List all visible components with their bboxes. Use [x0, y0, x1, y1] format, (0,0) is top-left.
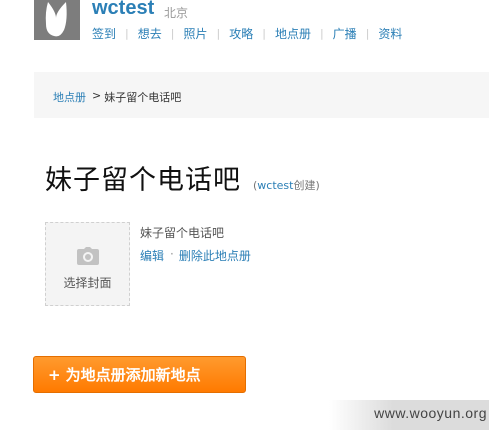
nav-divider: | — [365, 27, 370, 40]
nav-item-guides[interactable]: 攻略 — [229, 25, 253, 42]
nav-item-profile[interactable]: 资料 — [378, 25, 402, 42]
nav-divider: | — [216, 27, 221, 40]
select-cover-button[interactable]: 选择封面 — [45, 222, 130, 306]
nav-divider: | — [170, 27, 175, 40]
breadcrumb-parent-link[interactable]: 地点册 — [53, 89, 86, 105]
creator-user-link[interactable]: wctest — [257, 179, 293, 192]
nav-item-checkin[interactable]: 签到 — [92, 25, 116, 42]
breadcrumb-current: 妹子留个电话吧 — [104, 91, 182, 104]
watermark-text: www.wooyun.org — [374, 405, 487, 421]
select-cover-label: 选择封面 — [63, 276, 112, 290]
breadcrumb-bar: 地点册 > 妹子留个电话吧 — [34, 72, 489, 118]
delete-album-link[interactable]: 删除此地点册 — [179, 247, 251, 264]
edit-link[interactable]: 编辑 — [140, 247, 164, 264]
avatar[interactable] — [34, 0, 80, 40]
breadcrumb: 地点册 > 妹子留个电话吧 — [53, 89, 181, 105]
nav-item-photos[interactable]: 照片 — [183, 25, 207, 42]
add-place-label: 为地点册添加新地点 — [65, 366, 201, 384]
username-link[interactable]: wctest — [92, 0, 154, 20]
nav-divider: | — [319, 27, 324, 40]
nav-item-broadcast[interactable]: 广播 — [333, 25, 357, 42]
breadcrumb-separator: > — [92, 89, 102, 102]
watermark: www.wooyun.org — [329, 400, 489, 430]
camera-icon — [77, 247, 99, 265]
page-title: 妹子留个电话吧 — [45, 165, 241, 196]
nav-item-place-albums[interactable]: 地点册 — [275, 25, 311, 42]
album-actions: 编辑 · 删除此地点册 — [140, 247, 251, 264]
album-info-title: 妹子留个电话吧 — [140, 226, 225, 240]
nav-divider: | — [262, 27, 266, 40]
nav-item-wishlist[interactable]: 想去 — [138, 25, 162, 42]
action-separator: · — [170, 247, 174, 261]
plus-icon: + — [48, 365, 61, 384]
album-creator: (wctest创建) — [253, 177, 320, 193]
add-place-button[interactable]: + 为地点册添加新地点 — [33, 356, 246, 393]
creator-suffix: 创建) — [293, 179, 320, 192]
user-city: 北京 — [164, 6, 189, 20]
avatar-image — [34, 0, 80, 40]
profile-nav: 签到 | 想去 | 照片 | 攻略 | 地点册 | 广播 | 资料 — [92, 25, 402, 42]
album-header: 妹子留个电话吧 (wctest创建) — [45, 158, 320, 197]
nav-divider: | — [125, 27, 129, 40]
